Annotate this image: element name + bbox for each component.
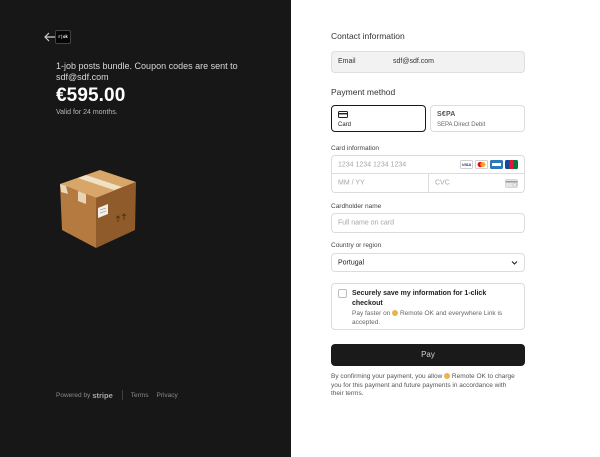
save-desc-prefix: Pay faster on [352,310,391,317]
terms-text: By confirming your payment, you allow Re… [331,373,516,399]
contact-heading: Contact information [331,31,405,41]
privacy-link[interactable]: Privacy [156,392,177,399]
country-select[interactable]: Portugal [331,253,525,272]
payment-option-label: Card [338,122,352,128]
email-label: Email [338,58,356,65]
sepa-icon: S€PA [437,111,456,118]
order-summary-panel: r|ok 1-job posts bundle. Coupon codes ar… [0,0,291,457]
mastercard-icon [475,160,488,169]
stripe-logo[interactable]: stripe [92,391,112,400]
email-value: sdf@sdf.com [393,58,434,65]
payment-option-sepa[interactable]: S€PA SEPA Direct Debit [430,105,525,132]
visa-icon: VISA [460,160,473,169]
save-info-description: Pay faster on Remote OK and everywhere L… [352,310,520,327]
cardholder-name-input[interactable]: Full name on card [331,213,525,233]
powered-by-label: Powered by [56,391,91,399]
amex-icon [490,160,503,169]
save-info-title: Securely save my information for 1-click… [352,290,487,307]
country-label: Country or region [331,242,382,249]
card-number-placeholder: 1234 1234 1234 1234 [338,161,407,168]
package-image [60,170,136,248]
jcb-icon [505,160,518,169]
expiry-input[interactable]: MM / YY [331,173,429,193]
cvc-placeholder: CVC [435,179,450,187]
product-description: 1-job posts bundle. Coupon codes are sen… [56,61,238,82]
terms-link[interactable]: Terms [131,392,149,399]
card-brands: VISA [460,160,518,169]
remoteok-smiley-icon [392,310,399,316]
payment-option-card[interactable]: Card [331,105,426,132]
merchant-logo[interactable]: r|ok [55,30,71,44]
cardholder-label: Cardholder name [331,203,382,210]
country-value: Portugal [338,259,365,266]
footer-divider [121,390,123,400]
validity-note: Valid for 24 months. [56,109,118,116]
payment-method-heading: Payment method [331,87,396,97]
terms-prefix: By confirming your payment, you allow [331,373,443,380]
payment-option-label: SEPA Direct Debit [437,122,486,128]
card-icon [338,111,348,118]
card-number-input[interactable]: 1234 1234 1234 1234 VISA [331,155,525,174]
email-field[interactable]: Email sdf@sdf.com [331,51,525,73]
remoteok-smiley-icon [444,373,451,379]
save-info-checkbox[interactable] [338,289,347,298]
footer: Powered by stripe Terms Privacy [56,390,186,400]
card-information-label: Card information [331,145,380,152]
cvc-card-icon [505,179,518,188]
expiry-placeholder: MM / YY [338,179,365,187]
product-price: €595.00 [56,85,126,106]
cvc-input[interactable]: CVC [428,173,525,193]
cardholder-placeholder: Full name on card [338,219,395,227]
save-info-box: Securely save my information for 1-click… [331,283,525,330]
chevron-down-icon [511,261,518,265]
pay-button[interactable]: Pay [331,344,525,366]
